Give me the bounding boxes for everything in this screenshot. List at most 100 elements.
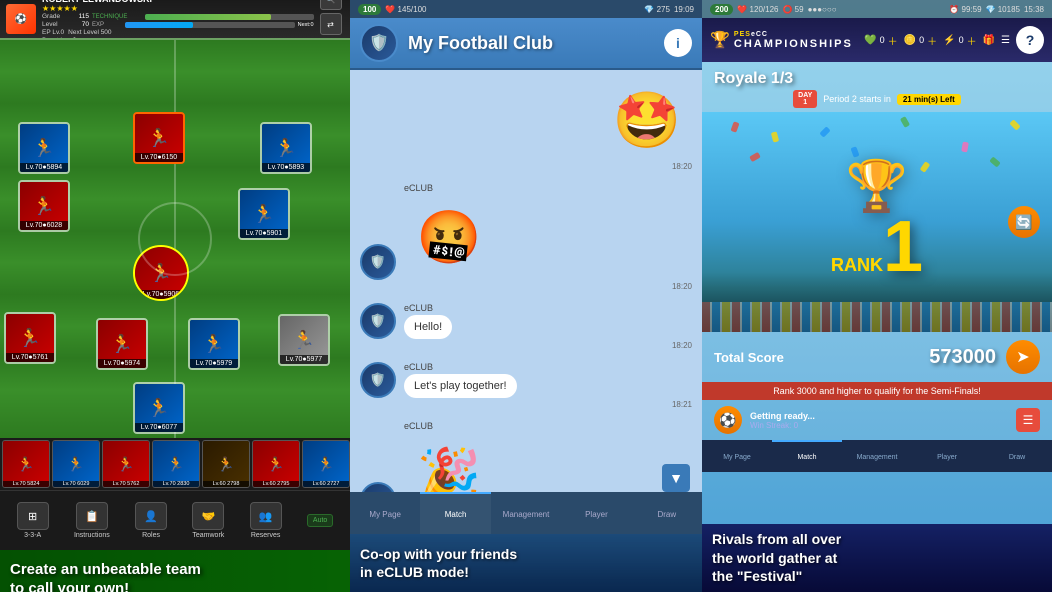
field-player-1[interactable]: 🏃 Lv.70●5894 — [18, 122, 70, 174]
field-player-3[interactable]: 🏃 Lv.70●5893 — [260, 122, 312, 174]
teamwork-button[interactable]: 🤝 Teamwork — [192, 502, 224, 539]
champ-tab-player[interactable]: Player — [912, 440, 982, 472]
stadium-audience — [702, 272, 1052, 332]
player-level-11: Lv.70●6077 — [135, 423, 183, 432]
bench-player-2[interactable]: 🏃 Lv.70 6029 — [52, 440, 100, 488]
msg-text-3: Hello! — [404, 315, 452, 339]
bench-player-3[interactable]: 🏃 Lv.70 5762 — [102, 440, 150, 488]
field-player-10[interactable]: 🏃 Lv.70●5977 — [278, 314, 330, 366]
scan-button[interactable]: 🔍 — [320, 0, 342, 10]
getting-ready-icon: ⚽ — [714, 406, 742, 434]
field-player-11[interactable]: 🏃 Lv.70●6077 — [133, 382, 185, 434]
panel-championships: 200 ❤️ 120/126 ⭕ 59 ●●●○○○ ⏰ 99:59 💎 101… — [702, 0, 1052, 592]
msg-time-4: 18:21 — [672, 400, 692, 409]
player-card-10[interactable]: 🏃 Lv.70●5977 — [278, 314, 330, 366]
player-card-4[interactable]: 🏃 Lv.70●6028 — [18, 180, 70, 232]
msg-row-1: 🤩 — [602, 80, 692, 160]
player-level-2: Lv.70●6150 — [135, 153, 183, 162]
champ-tab-draw[interactable]: Draw — [982, 440, 1052, 472]
roles-label: Roles — [142, 532, 160, 539]
msg-row-2: 🛡️ eCLUB 🤬 — [360, 183, 494, 280]
champ-resource-3: ⚡ 0 ＋ — [943, 33, 976, 48]
champ-circles: ●●●○○○ — [808, 5, 837, 14]
panel3-caption: Rivals from all overthe world gather att… — [702, 524, 1052, 592]
technique-fill — [145, 14, 271, 20]
caption1-text: Create an unbeatable teamto call your ow… — [10, 560, 201, 592]
add-resource-3[interactable]: ＋ — [967, 33, 977, 48]
tab-match[interactable]: Match — [420, 492, 490, 534]
info-button[interactable]: i — [664, 29, 692, 57]
day-num: 1 — [803, 99, 807, 106]
player-card-11[interactable]: 🏃 Lv.70●6077 — [133, 382, 185, 434]
msg-bubble-4: eCLUB Let's play together! — [404, 362, 517, 398]
player-header: ⚽ ROBERT LEWANDOWSKI ★★★★★ Grade 115 TEC… — [0, 0, 350, 38]
add-resource-2[interactable]: ＋ — [927, 33, 937, 48]
bench-player-1[interactable]: 🏃 Lv.70 5824 — [2, 440, 50, 488]
roles-button[interactable]: 👤 Roles — [135, 502, 167, 539]
period-badge: 21 min(s) Left — [897, 94, 961, 105]
formation-icon: ⊞ — [17, 502, 49, 530]
swap-button[interactable]: ⇄ — [320, 13, 342, 35]
champ-bottom-tabs: My Page Match Management Player Draw — [702, 440, 1052, 472]
refresh-button[interactable]: 🔄 — [1008, 206, 1040, 238]
field-player-8[interactable]: 🏃 Lv.70●5974 — [96, 318, 148, 370]
champ-tab-match[interactable]: Match — [772, 440, 842, 472]
confetti-8 — [850, 146, 859, 157]
boost-row: EP Lv.0 Next Level 500 — [42, 29, 314, 36]
field-player-5[interactable]: 🏃 Lv.70●5901 — [238, 188, 290, 240]
msg-time-1: 18:20 — [672, 162, 692, 171]
grade-row: Grade 115 TECHNIQUE — [42, 13, 314, 20]
player-card-6[interactable]: 🏃 Lv.70●5906 — [133, 245, 189, 301]
sticker-nice: 🤩 — [602, 80, 692, 160]
day-label: DAY — [798, 92, 812, 99]
confetti-2 — [771, 131, 779, 142]
getting-ready-close[interactable]: ☰ — [1016, 408, 1040, 432]
formation-button[interactable]: ⊞ 3-3-A — [17, 502, 49, 539]
scroll-down-button[interactable]: ▼ — [662, 464, 690, 492]
bench-player-6[interactable]: 🏃 Lv.60 2795 — [252, 440, 300, 488]
confetti-1 — [730, 121, 739, 132]
player-card-5[interactable]: 🏃 Lv.70●5901 — [238, 188, 290, 240]
big-trophy-icon: 🏆 — [831, 161, 923, 211]
ep-label: EP Lv.0 — [42, 29, 64, 36]
champ-logo: 🏆 PESeCC CHAMPIONSHIPS — [710, 30, 853, 50]
qualify-banner: Rank 3000 and higher to qualify for the … — [702, 382, 1052, 400]
coin-icon: 🪙 — [904, 35, 916, 46]
tab-draw[interactable]: Draw — [632, 492, 702, 534]
player-card-2[interactable]: 🏃 Lv.70●6150 — [133, 112, 185, 164]
field-player-4[interactable]: 🏃 Lv.70●6028 — [18, 180, 70, 232]
field-player-6[interactable]: 🏃 Lv.70●5906 — [133, 245, 189, 301]
tab-my-page[interactable]: My Page — [350, 492, 420, 534]
champ-tab-management[interactable]: Management — [842, 440, 912, 472]
champ-tab-my-page[interactable]: My Page — [702, 440, 772, 472]
field-player-2[interactable]: 🏃 Lv.70●6150 — [133, 112, 185, 164]
roles-icon: 👤 — [135, 502, 167, 530]
bench-player-7[interactable]: 🏃 Lv.60 2727 — [302, 440, 350, 488]
field-player-9[interactable]: 🏃 Lv.70●5979 — [188, 318, 240, 370]
player-card-9[interactable]: 🏃 Lv.70●5979 — [188, 318, 240, 370]
champ-time: 15:38 — [1024, 5, 1044, 14]
champ-info-button[interactable]: ? — [1016, 26, 1044, 54]
champ-level-badge: 200 — [710, 4, 733, 15]
player-card-3[interactable]: 🏃 Lv.70●5893 — [260, 122, 312, 174]
champ-status-left: 200 ❤️ 120/126 ⭕ 59 ●●●○○○ — [710, 4, 837, 15]
player-card-1[interactable]: 🏃 Lv.70●5894 — [18, 122, 70, 174]
player-card-7[interactable]: 🏃 Lv.70●5761 — [4, 312, 56, 364]
auto-button[interactable]: Auto — [307, 514, 333, 527]
resource-2-value: 0 — [919, 35, 924, 45]
reserves-label: Reserves — [251, 532, 281, 539]
reserves-button[interactable]: 👥 Reserves — [250, 502, 282, 539]
player-card-8[interactable]: 🏃 Lv.70●5974 — [96, 318, 148, 370]
bench-player-4[interactable]: 🏃 Lv.70 2830 — [152, 440, 200, 488]
period-info: DAY 1 Period 2 starts in 21 min(s) Left — [714, 90, 1040, 108]
tab-player[interactable]: Player — [561, 492, 631, 534]
score-arrow-button[interactable]: ➤ — [1006, 340, 1040, 374]
field-player-7[interactable]: 🏃 Lv.70●5761 — [4, 312, 56, 364]
tab-management[interactable]: Management — [491, 492, 561, 534]
technique-label: TECHNIQUE — [92, 14, 142, 20]
bench-player-5[interactable]: 🏃 Lv.60 2798 — [202, 440, 250, 488]
add-resource-1[interactable]: ＋ — [888, 33, 898, 48]
instructions-button[interactable]: 📋 Instructions — [74, 502, 110, 539]
champ-gems: 💎 10185 — [986, 5, 1020, 14]
msg-avatar-3: 🛡️ — [360, 303, 396, 339]
